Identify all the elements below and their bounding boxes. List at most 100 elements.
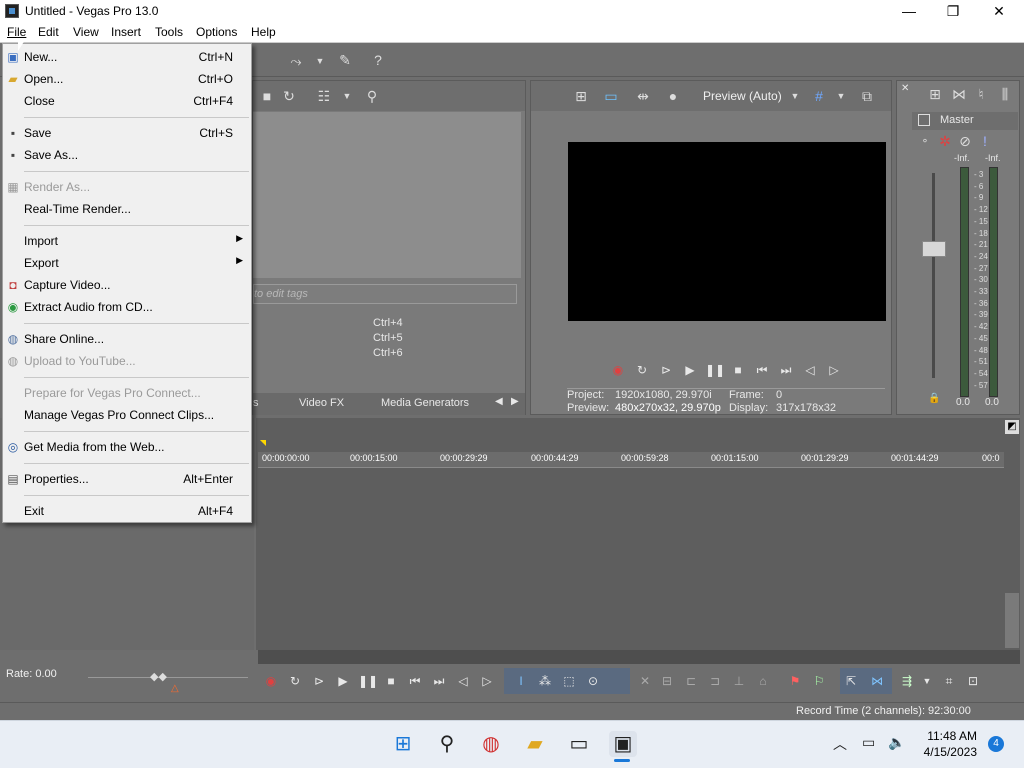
envelope-tool-icon[interactable]: ⁂ [536,672,554,690]
preview-go-end-icon[interactable]: ⏭ [777,361,795,379]
menu-item-realtime-render[interactable]: Real-Time Render... [3,198,251,220]
solo-icon[interactable]: ! [977,133,993,149]
pause-icon[interactable]: ❚❚ [358,672,378,690]
menu-item-prepare-connect[interactable]: Prepare for Vegas Pro Connect... [3,382,251,404]
trim-end-icon[interactable]: ⊐ [706,672,724,690]
mixer-close-icon[interactable]: ✕ [901,83,909,94]
tool-whatsthis-icon[interactable]: ? [370,52,386,68]
lock-icon[interactable]: ⌂ [754,672,772,690]
rate-slider[interactable] [88,677,248,678]
external-monitor-icon[interactable]: ▭ [603,88,619,104]
fader-lock-icon[interactable]: 🔒 [928,393,940,404]
menu-item-new[interactable]: ▣ New... Ctrl+N [3,46,251,68]
preview-loop-icon[interactable]: ↻ [633,361,651,379]
tab-media-generators[interactable]: Media Generators [381,397,469,409]
zoom-tool-icon[interactable]: ⊙ [584,672,602,690]
vegas-taskbar-icon[interactable]: ▣ [609,731,637,757]
auto-ripple-icon[interactable]: ⇶ [898,672,916,690]
rate-thumb-icon[interactable]: ◆◆ [150,670,167,683]
views-dropdown-icon[interactable]: ▼ [339,88,355,104]
menu-view[interactable]: View [73,25,99,39]
terminal-icon[interactable]: ▭ [565,731,593,757]
tab-scroll-right-icon[interactable]: ▶ [511,396,519,407]
play-icon[interactable]: ▶ [334,672,352,690]
video-preview-screen[interactable] [568,142,886,321]
chrome-icon[interactable]: ◍ [477,731,505,757]
mixer-dim-icon[interactable]: ♮ [973,86,989,102]
prev-frame-icon[interactable]: ◁ [454,672,472,690]
go-start-icon[interactable]: ⏮ [406,672,424,690]
menu-edit[interactable]: Edit [38,25,59,39]
overlays-icon[interactable]: # [811,88,827,104]
clock-time[interactable]: 11:48 AM [922,729,977,743]
explorer-list[interactable] [253,112,521,278]
close-button[interactable]: ✕ [976,0,1022,22]
copy-snapshot-icon[interactable]: ⧉ [859,88,875,104]
mute-icon[interactable]: ⊘ [957,133,973,149]
preview-quality-select[interactable]: Preview (Auto) [703,89,782,103]
enable-snapping-icon[interactable]: ⇱ [842,672,860,690]
delete-icon[interactable]: ✕ [636,672,654,690]
clock-date[interactable]: 4/15/2023 [922,745,977,759]
menu-file[interactable]: File [7,25,26,39]
mixer-meter-icon[interactable]: ⫼ [997,86,1013,102]
ripple-dropdown-icon[interactable]: ▼ [918,672,936,690]
preview-go-start-icon[interactable]: ⏮ [753,361,771,379]
insert-marker-icon[interactable]: ⚑ [786,672,804,690]
stop-icon[interactable]: ■ [382,672,400,690]
menu-insert[interactable]: Insert [111,25,141,39]
menu-item-properties[interactable]: ▤ Properties... Alt+Enter [3,468,251,490]
menu-item-save[interactable]: ▪ Save Ctrl+S [3,122,251,144]
normal-edit-tool-icon[interactable]: I [512,672,530,690]
stop-icon[interactable]: ■ [259,88,275,104]
start-icon[interactable]: ⊞ [389,731,417,757]
tab-scroll-left-icon[interactable]: ◀ [495,396,503,407]
menu-item-share-online[interactable]: ◍ Share Online... [3,328,251,350]
notification-badge[interactable]: 4 [988,736,1004,752]
tool-brush-icon[interactable]: ✎ [337,52,353,68]
tab-video-fx[interactable]: Video FX [299,397,344,409]
mixer-downmix-icon[interactable]: ⋈ [951,86,967,102]
file-explorer-icon[interactable]: ▰ [521,731,549,757]
menu-item-render-as[interactable]: ▦ Render As... [3,176,251,198]
refresh-icon[interactable]: ↻ [281,88,297,104]
insert-fx-icon[interactable]: ∘ [917,133,933,149]
volume-icon[interactable]: 🔈 [888,734,905,751]
mixer-properties-icon[interactable]: ⊞ [927,86,943,102]
menu-item-open[interactable]: ▰ Open... Ctrl+O [3,68,251,90]
views-icon[interactable]: ☷ [316,88,332,104]
menu-item-extract-audio[interactable]: ◉ Extract Audio from CD... [3,296,251,318]
loop-icon[interactable]: ↻ [286,672,304,690]
tab-partial[interactable]: s [253,397,259,409]
menu-item-close[interactable]: Close Ctrl+F4 [3,90,251,112]
vertical-zoom-controls[interactable] [1005,593,1019,648]
tool-envelope-icon[interactable]: ⤳ [288,53,304,69]
menu-item-capture-video[interactable]: ◘ Capture Video... [3,274,251,296]
menu-item-export[interactable]: Export ▶ [3,252,251,274]
preview-prev-frame-icon[interactable]: ◁ [801,361,819,379]
trim-icon[interactable]: ⊟ [658,672,676,690]
master-icon[interactable] [918,114,930,126]
maximize-button[interactable]: ❐ [930,0,976,22]
menu-options[interactable]: Options [196,25,237,39]
split-screen-icon[interactable]: ⇹ [635,88,651,104]
menu-item-upload-youtube[interactable]: ◍ Upload to YouTube... [3,350,251,372]
selection-tool-icon[interactable]: ⬚ [560,672,578,690]
ignore-grouping-icon[interactable]: ⊡ [964,672,982,690]
lock-envelopes-icon[interactable]: ⌗ [940,672,958,690]
preview-next-frame-icon[interactable]: ▷ [825,361,843,379]
quality-dropdown-icon[interactable]: ▼ [787,88,803,104]
insert-region-icon[interactable]: ⚐ [810,672,828,690]
preview-stop-icon[interactable]: ■ [729,361,747,379]
auto-crossfade-icon[interactable]: ⋈ [868,672,886,690]
menu-help[interactable]: Help [251,25,276,39]
quality-icon[interactable]: ● [665,88,681,104]
taskbar-search-icon[interactable]: ⚲ [433,731,461,757]
search-icon[interactable]: ⚲ [364,88,380,104]
menu-item-save-as[interactable]: ▪ Save As... [3,144,251,166]
tray-chevron-icon[interactable]: ︿ [833,734,847,754]
master-fader[interactable] [922,241,946,257]
tags-field[interactable]: to edit tags [253,284,517,304]
minimize-button[interactable]: — [886,0,932,22]
menu-tools[interactable]: Tools [155,25,183,39]
